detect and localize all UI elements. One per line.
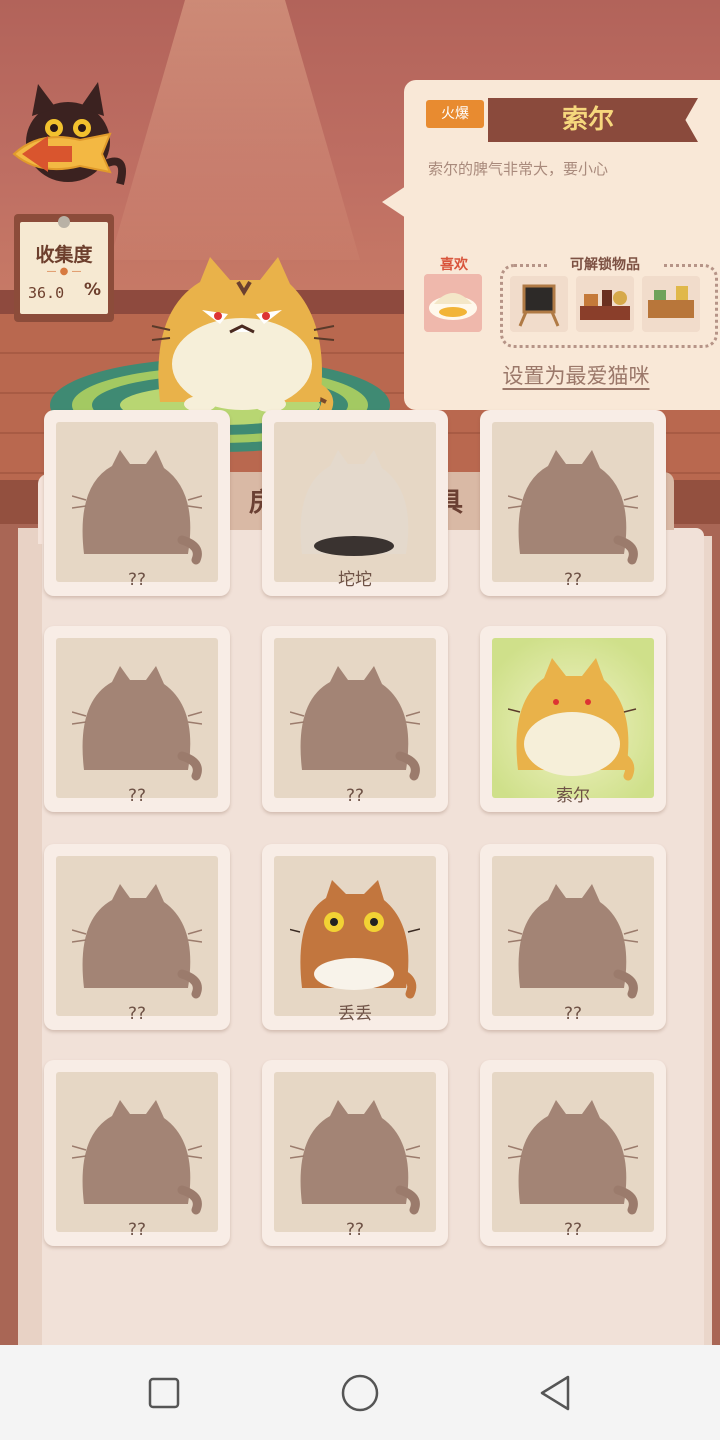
featured-cat-sol[interactable] xyxy=(150,252,340,420)
triangle-back-icon[interactable] xyxy=(530,1367,582,1419)
cat-card[interactable]: 索尔 xyxy=(480,626,666,812)
cat-card-name: ?? xyxy=(127,570,147,590)
back-button[interactable] xyxy=(10,74,130,204)
collection-title: 收集度 xyxy=(35,244,93,266)
circle-icon[interactable] xyxy=(334,1367,386,1419)
cat-card-name: ?? xyxy=(127,1220,147,1240)
cat-card[interactable]: ?? xyxy=(44,1060,230,1246)
likes-label: 喜欢 xyxy=(440,257,468,273)
cat-card[interactable]: ?? xyxy=(480,1060,666,1246)
square-icon[interactable] xyxy=(138,1367,190,1419)
cat-card[interactable]: ?? xyxy=(262,626,448,812)
paw-icon: — ● — xyxy=(46,266,82,277)
cat-card-name: ?? xyxy=(345,786,365,806)
cat-card-name: ?? xyxy=(563,1220,583,1240)
locked-cat-silhouette xyxy=(508,450,638,565)
set-favorite-link[interactable]: 设置为最爱猫咪 xyxy=(490,360,662,390)
unlockable-label: 可解锁物品 xyxy=(548,254,662,274)
cat-card[interactable]: 丢丢 xyxy=(262,844,448,1030)
collection-value: 36.0 xyxy=(28,284,65,302)
liked-food-icon[interactable] xyxy=(424,274,482,332)
cat-card[interactable]: ?? xyxy=(480,410,666,596)
personality-tag: 火爆 xyxy=(426,100,484,128)
system-navigation-bar xyxy=(0,1345,720,1440)
cat-card-name: 丢丢 xyxy=(338,1004,372,1024)
collection-unit: % xyxy=(84,280,102,300)
cat-card-name: ?? xyxy=(127,1004,147,1024)
locked-cat-silhouette xyxy=(72,884,202,999)
book-spine xyxy=(18,528,42,1345)
cat-card-name: ?? xyxy=(563,570,583,590)
cat-card[interactable]: ?? xyxy=(480,844,666,1030)
collection-board: 收集度 — ● — 36.0 % xyxy=(14,214,114,322)
cat-card-name: 坨坨 xyxy=(338,570,372,590)
panel-pointer xyxy=(382,186,406,218)
locked-cat-silhouette xyxy=(72,1100,202,1215)
cat-card[interactable]: ?? xyxy=(44,844,230,1030)
shelf-item-icon[interactable] xyxy=(576,276,634,332)
game-scene: 收集度 — ● — 36.0 % 火爆 索尔 索尔的脾气非常大，要小心 喜欢 可… xyxy=(0,0,720,1345)
locked-cat-silhouette xyxy=(290,1100,420,1215)
pin-icon xyxy=(58,216,70,228)
locked-cat-silhouette xyxy=(72,666,202,781)
cat-card-name: ?? xyxy=(563,1004,583,1024)
cat-card[interactable]: ?? xyxy=(44,626,230,812)
cat-card-name: 索尔 xyxy=(556,786,590,806)
cat-card[interactable]: ?? xyxy=(44,410,230,596)
cat-portrait xyxy=(508,658,637,781)
locked-cat-silhouette xyxy=(508,884,638,999)
cat-card-name: ?? xyxy=(127,786,147,806)
locked-cat-silhouette xyxy=(290,666,420,781)
locked-cat-silhouette xyxy=(72,450,202,565)
cat-portrait xyxy=(290,880,420,999)
cat-card-name: ?? xyxy=(345,1220,365,1240)
cat-card[interactable]: ?? xyxy=(262,1060,448,1246)
blackboard-item-icon[interactable] xyxy=(510,276,568,332)
locked-cat-silhouette xyxy=(508,1100,638,1215)
cat-portrait xyxy=(300,450,409,556)
cat-name: 索尔 xyxy=(561,105,614,135)
cat-description: 索尔的脾气非常大，要小心 xyxy=(428,160,609,178)
desk-item-icon[interactable] xyxy=(642,276,700,332)
cat-card[interactable]: 坨坨 xyxy=(262,410,448,596)
